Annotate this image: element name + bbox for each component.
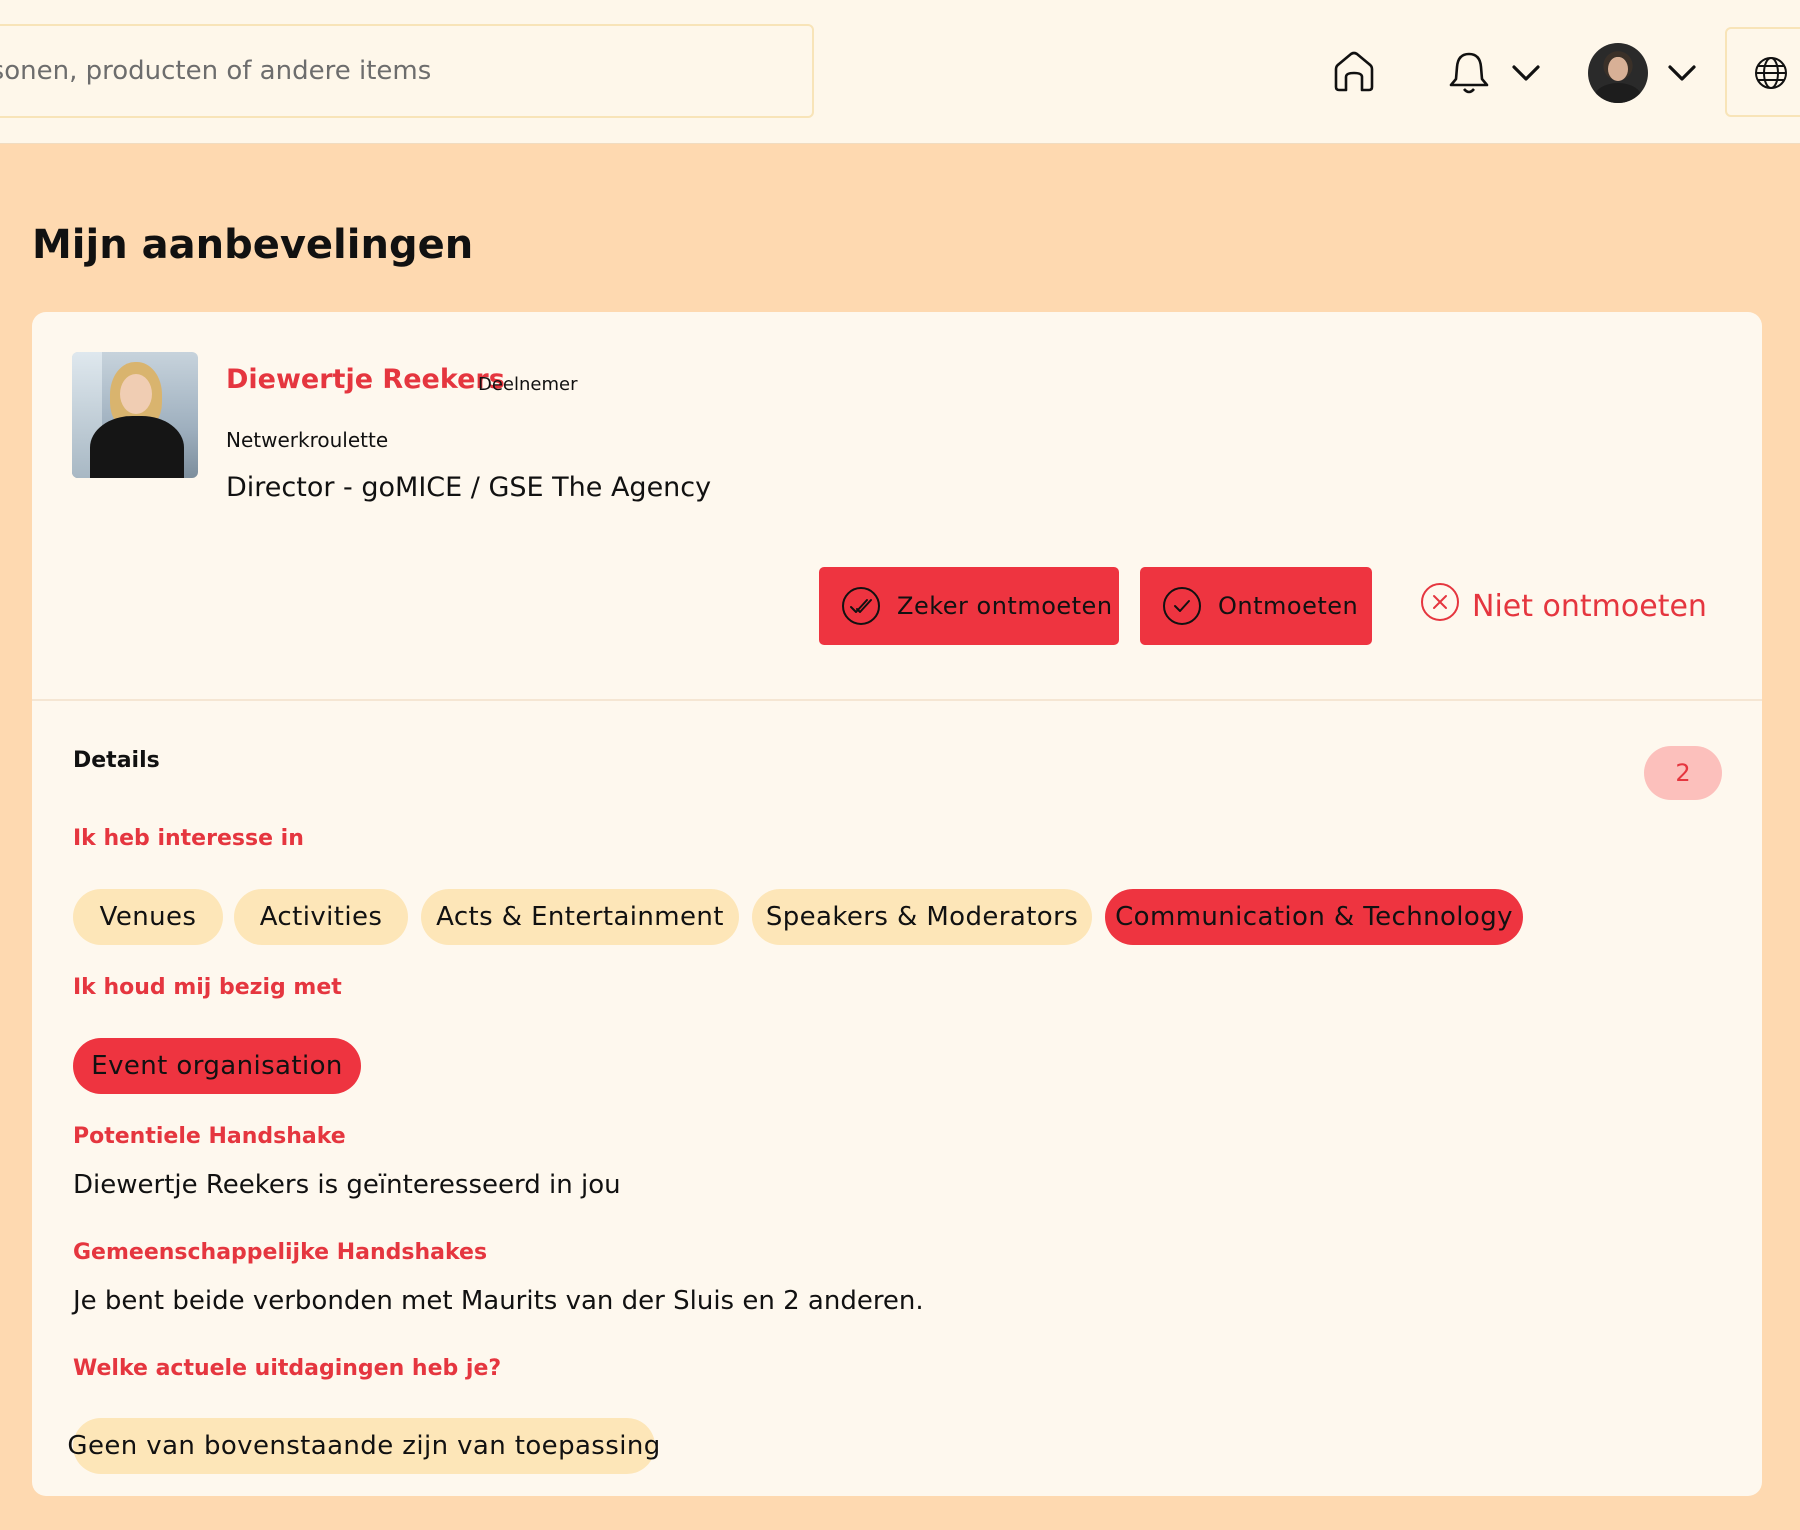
search-box[interactable]	[0, 24, 814, 118]
meet-button[interactable]: Ontmoeten	[1140, 567, 1372, 645]
photo-face	[120, 374, 152, 414]
interest-chip: Venues	[73, 889, 223, 945]
person-name[interactable]: Diewertje Reekers	[226, 364, 505, 395]
avatar-shirt	[1594, 83, 1642, 103]
search-input[interactable]	[0, 26, 812, 116]
count-badge[interactable]: 2	[1644, 746, 1722, 800]
recommendation-source: Netwerkroulette	[226, 428, 389, 452]
person-role: Deelnemer	[478, 374, 578, 395]
recommendation-card: Diewertje Reekers Deelnemer Netwerkroule…	[32, 312, 1762, 1496]
challenge-chip: Geen van bovenstaande zijn van toepassin…	[67, 1418, 660, 1474]
handshake-heading: Potentiele Handshake	[73, 1124, 346, 1149]
interest-chip: Acts & Entertainment	[421, 889, 739, 945]
handshake-text: Diewertje Reekers is geïnteresseerd in j…	[73, 1170, 621, 1200]
top-bar	[0, 0, 1800, 144]
chevron-down-icon[interactable]	[1664, 58, 1700, 88]
busy-chip-active: Event organisation	[73, 1038, 361, 1094]
photo-body	[90, 416, 184, 478]
interest-chip: Activities	[234, 889, 408, 945]
meet-label: Ontmoeten	[1218, 592, 1359, 620]
avatar-face	[1608, 57, 1628, 81]
common-handshakes-heading: Gemeenschappelijke Handshakes	[73, 1240, 488, 1265]
interest-chip: Speakers & Moderators	[752, 889, 1092, 945]
home-icon[interactable]	[1330, 48, 1378, 96]
close-circle-icon	[1420, 582, 1460, 630]
bell-icon[interactable]	[1444, 48, 1494, 98]
no-meet-label: Niet ontmoeten	[1472, 588, 1707, 624]
interest-chip-active: Communication & Technology	[1105, 889, 1523, 945]
profile-photo[interactable]	[72, 352, 198, 478]
sure-meet-label: Zeker ontmoeten	[897, 592, 1113, 620]
check-circle-icon	[1162, 586, 1202, 626]
double-check-circle-icon	[841, 586, 881, 626]
avatar[interactable]	[1588, 43, 1648, 103]
page-title: Mijn aanbevelingen	[32, 222, 474, 268]
busy-heading: Ik houd mij bezig met	[73, 975, 342, 1000]
person-job-title: Director - goMICE / GSE The Agency	[226, 472, 712, 503]
globe-icon[interactable]	[1753, 55, 1789, 91]
sure-meet-button[interactable]: Zeker ontmoeten	[819, 567, 1119, 645]
details-heading: Details	[73, 748, 160, 773]
common-handshakes-text: Je bent beide verbonden met Maurits van …	[73, 1286, 924, 1316]
language-selector[interactable]	[1725, 27, 1800, 117]
no-meet-button[interactable]: Niet ontmoeten	[1420, 582, 1707, 630]
interest-heading: Ik heb interesse in	[73, 826, 304, 851]
challenges-heading: Welke actuele uitdagingen heb je?	[73, 1356, 502, 1381]
chevron-down-icon[interactable]	[1508, 58, 1544, 88]
card-divider	[32, 699, 1762, 701]
